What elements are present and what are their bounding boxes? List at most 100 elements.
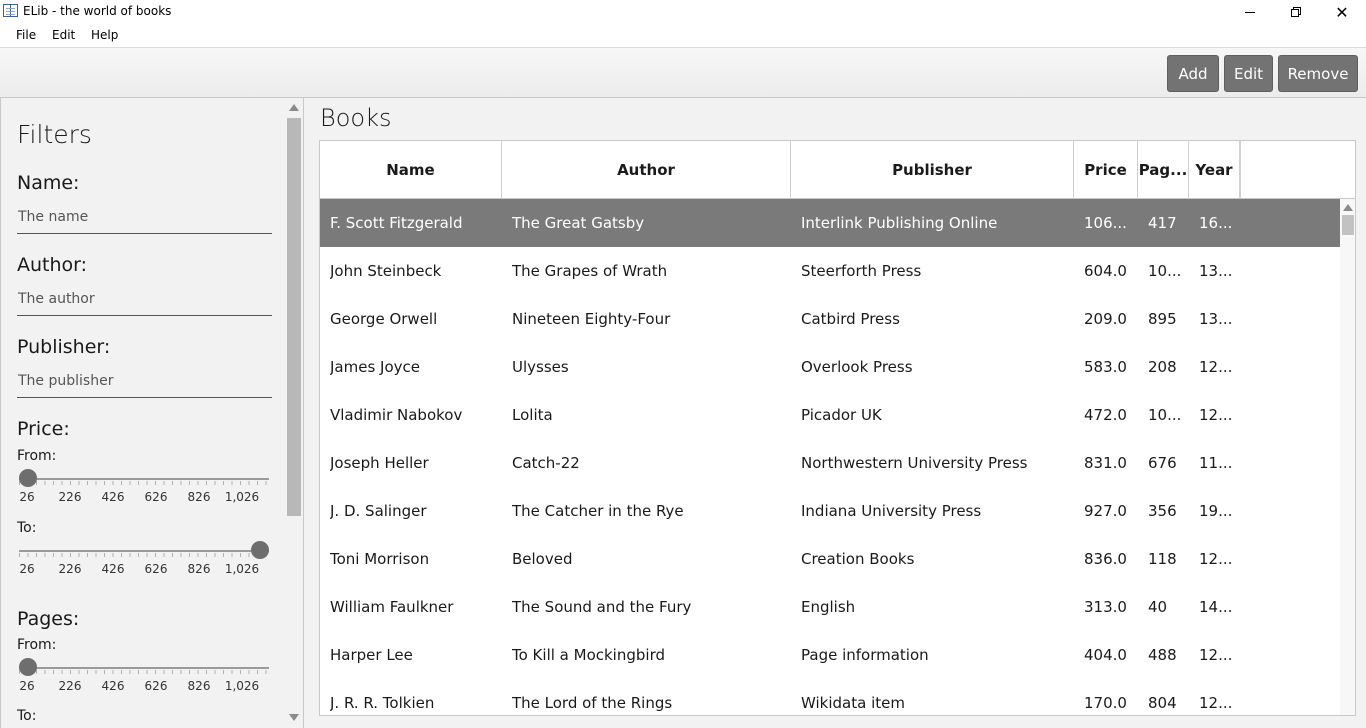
slider-thumb[interactable] [19, 469, 37, 487]
price-from-slider[interactable]: 26 226 426 626 826 1,026 [19, 468, 269, 508]
scrollbar-thumb[interactable] [287, 118, 301, 516]
column-header[interactable]: Year [1189, 141, 1240, 199]
tick-label: 826 [187, 490, 211, 504]
author-filter-input[interactable]: The author [17, 286, 272, 316]
restore-icon [1291, 7, 1301, 17]
slider-tick-labels: 26 226 426 626 826 1,026 [1, 679, 291, 693]
filter-scrollbar[interactable] [286, 98, 302, 728]
table-cell: 19... [1199, 502, 1233, 520]
table-row[interactable]: Vladimir Nabokov Lolita Picador UK 472.0 10.… [320, 391, 1340, 439]
books-title: Books [320, 104, 392, 132]
table-cell: 118 [1148, 550, 1177, 568]
column-header[interactable]: Pag... [1138, 141, 1189, 199]
scroll-down-icon[interactable] [289, 714, 299, 721]
table-cell: 106... [1084, 214, 1127, 232]
minimize-icon [1245, 11, 1255, 13]
column-header[interactable]: Publisher [791, 141, 1074, 199]
tick-label: 626 [144, 679, 168, 693]
table-cell: 404.0 [1084, 646, 1127, 664]
table-cell: Steerforth Press [801, 262, 922, 280]
table-row[interactable]: William Faulkner The Sound and the Fury En… [320, 583, 1340, 631]
table-row[interactable]: J. R. R. Tolkien The Lord of the Rings Wik… [320, 679, 1340, 715]
publisher-label: Publisher: [17, 336, 111, 358]
table-row[interactable]: James Joyce Ulysses Overlook Press 583.0 208… [320, 343, 1340, 391]
table-row[interactable]: John Steinbeck The Grapes of Wrath Steerfo… [320, 247, 1340, 295]
slider-ticks [19, 553, 269, 557]
table-cell: The Catcher in the Rye [512, 502, 684, 520]
price-to-label: To: [17, 520, 37, 536]
name-filter-input[interactable]: The name [17, 204, 272, 234]
restore-button[interactable] [1273, 0, 1319, 24]
table-cell: 895 [1148, 310, 1177, 328]
column-header[interactable]: Author [502, 141, 791, 199]
edit-button[interactable]: Edit [1224, 55, 1273, 92]
table-cell: Overlook Press [801, 358, 913, 376]
table-row[interactable]: Harper Lee To Kill a Mockingbird Page info… [320, 631, 1340, 679]
table-cell: Joseph Heller [330, 454, 429, 472]
table-cell: Page information [801, 646, 929, 664]
column-header[interactable]: Name [320, 141, 502, 199]
menu-file[interactable]: File [16, 28, 36, 42]
publisher-filter-input[interactable]: The publisher [17, 368, 272, 398]
table-cell: J. R. R. Tolkien [330, 694, 435, 712]
table-cell: To Kill a Mockingbird [512, 646, 665, 664]
table-cell: 831.0 [1084, 454, 1127, 472]
tick-label: 226 [58, 679, 82, 693]
filter-panel: Filters Name: The name Author: The autho… [0, 98, 304, 728]
pages-from-slider[interactable]: 26 226 426 626 826 1,026 [19, 657, 269, 697]
tick-label: 226 [58, 490, 82, 504]
table-body: F. Scott Fitzgerald The Great Gatsby Inter… [320, 199, 1340, 715]
table-cell: 10... [1148, 262, 1182, 280]
table-cell: 170.0 [1084, 694, 1127, 712]
slider-thumb[interactable] [19, 658, 37, 676]
table-cell: 12... [1199, 550, 1233, 568]
table-cell: The Sound and the Fury [512, 598, 692, 616]
table-cell: Indiana University Press [801, 502, 982, 520]
table-cell: 313.0 [1084, 598, 1127, 616]
table-cell: Beloved [512, 550, 573, 568]
window-title: ELib - the world of books [23, 4, 172, 18]
close-icon: ✕ [1335, 2, 1349, 22]
table-cell: 417 [1148, 214, 1177, 232]
menu-edit[interactable]: Edit [52, 28, 75, 42]
filters-title: Filters [17, 120, 92, 149]
table-row[interactable]: F. Scott Fitzgerald The Great Gatsby Inter… [320, 199, 1340, 247]
slider-thumb[interactable] [251, 541, 269, 559]
close-button[interactable]: ✕ [1319, 0, 1365, 24]
slider-track [19, 667, 269, 669]
table-cell: Lolita [512, 406, 553, 424]
table-scrollbar[interactable] [1340, 199, 1355, 715]
table-cell: 14... [1199, 598, 1233, 616]
name-label: Name: [17, 172, 80, 194]
slider-ticks [19, 481, 269, 485]
table-row[interactable]: J. D. Salinger The Catcher in the Rye Indi… [320, 487, 1340, 535]
remove-button[interactable]: Remove [1278, 55, 1358, 92]
menu-help[interactable]: Help [91, 28, 118, 42]
table-cell: 356 [1148, 502, 1177, 520]
books-table: Name Author Publisher Price Pag... Year F. Sc… [319, 140, 1356, 716]
toolbar: Add Edit Remove [0, 48, 1366, 98]
add-button[interactable]: Add [1167, 55, 1219, 92]
table-row[interactable]: George Orwell Nineteen Eighty-Four Catbird… [320, 295, 1340, 343]
pages-to-label: To: [17, 708, 37, 724]
tick-label: 626 [144, 562, 168, 576]
price-to-slider[interactable]: 26 226 426 626 826 1,026 [19, 540, 269, 580]
slider-track [19, 550, 269, 552]
pages-from-label: From: [17, 637, 57, 653]
table-row[interactable]: Joseph Heller Catch-22 Northwestern Univer… [320, 439, 1340, 487]
table-cell: Creation Books [801, 550, 915, 568]
menu-bar: File Edit Help [0, 24, 1366, 48]
tick-label: 426 [101, 679, 125, 693]
table-cell: George Orwell [330, 310, 438, 328]
column-header[interactable]: Price [1074, 141, 1138, 199]
table-row[interactable]: Toni Morrison Beloved Creation Books 836.0 1… [320, 535, 1340, 583]
tick-label: 826 [187, 562, 211, 576]
scrollbar-thumb[interactable] [1342, 215, 1354, 235]
table-cell: Nineteen Eighty-Four [512, 310, 671, 328]
table-cell: 13... [1199, 310, 1233, 328]
scroll-up-icon[interactable] [289, 104, 299, 111]
minimize-button[interactable] [1227, 0, 1273, 24]
table-cell: Interlink Publishing Online [801, 214, 998, 232]
scroll-up-icon[interactable] [1343, 204, 1353, 211]
tick-label: 626 [144, 490, 168, 504]
